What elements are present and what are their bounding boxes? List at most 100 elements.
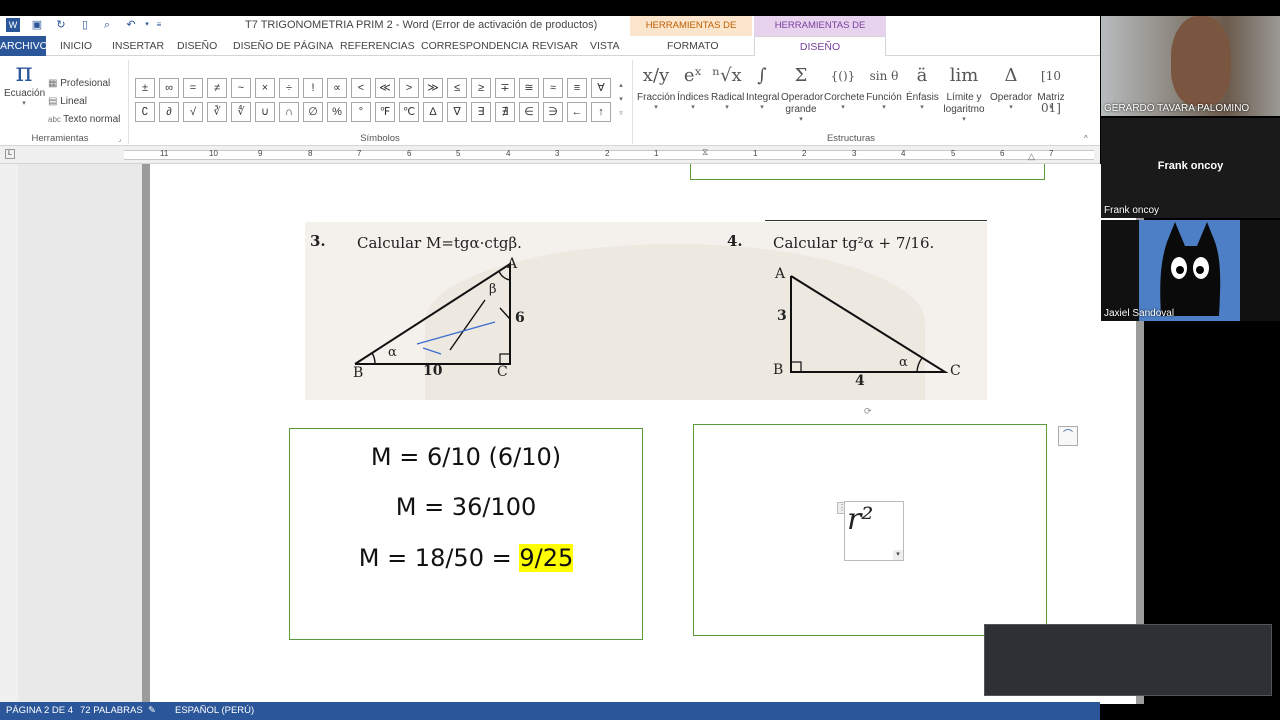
symbol-button[interactable]: ∜ xyxy=(231,102,251,122)
tab-insertar[interactable]: INSERTAR xyxy=(112,40,164,52)
tab-selector-icon[interactable]: L xyxy=(5,149,15,159)
structure-button[interactable]: Σ Operador grande ▾ xyxy=(781,60,823,124)
tab-archivo[interactable]: ARCHIVO xyxy=(0,36,48,56)
symbol-button[interactable]: ∛ xyxy=(207,102,227,122)
layout-options-icon[interactable]: ⌒ xyxy=(1058,426,1078,446)
undo-icon[interactable]: ↶ xyxy=(124,18,138,32)
right-indent-icon[interactable]: △ xyxy=(1028,151,1035,162)
structure-button[interactable]: ä Énfasis ▾ xyxy=(906,60,939,112)
structure-button[interactable]: ∫ Integral ▾ xyxy=(746,60,779,112)
tab-diseno[interactable]: DISEÑO xyxy=(177,40,217,52)
symbol-button[interactable]: > xyxy=(399,78,419,98)
symbol-button[interactable]: ∞ xyxy=(159,78,179,98)
tab-diseno-ecuacion[interactable]: DISEÑO xyxy=(754,36,886,57)
symbol-button[interactable]: ℉ xyxy=(375,102,395,122)
equation-container[interactable]: ⋮ r² ▾ xyxy=(837,501,904,561)
symbol-button[interactable]: ∅ xyxy=(303,102,323,122)
equation-options-icon[interactable]: ▾ xyxy=(893,550,903,560)
tab-revisar[interactable]: REVISAR xyxy=(532,40,578,52)
vertical-ruler[interactable] xyxy=(0,164,18,704)
horizontal-ruler[interactable]: L 11 10 9 8 7 6 5 4 3 2 1 1 2 3 4 5 6 7 ⧖ △ xyxy=(0,146,1100,164)
answer-box-4[interactable]: ⋮ r² ▾ xyxy=(693,424,1047,636)
structure-button[interactable]: {()} Corchete ▾ xyxy=(824,60,865,112)
structure-button[interactable]: eˣ Índices ▾ xyxy=(677,60,709,112)
customize-qat-icon[interactable]: ≡ xyxy=(152,18,166,32)
tab-referencias[interactable]: REFERENCIAS xyxy=(340,40,415,52)
video-tile-participant-1[interactable]: GERARDO TAVARA PALOMINO xyxy=(1101,16,1280,116)
gallery-more-icon[interactable]: ▿ xyxy=(616,107,626,121)
symbol-button[interactable]: ≠ xyxy=(207,78,227,98)
gallery-scroll[interactable]: ▴ ▾ ▿ xyxy=(616,79,626,123)
symbol-button[interactable]: = xyxy=(183,78,203,98)
meeting-overlay-panel[interactable] xyxy=(984,624,1272,696)
symbol-button[interactable]: ∋ xyxy=(543,102,563,122)
symbol-button[interactable]: ∈ xyxy=(519,102,539,122)
symbol-button[interactable]: ≪ xyxy=(375,78,395,98)
symbol-button[interactable]: ← xyxy=(567,102,587,122)
symbol-button[interactable]: ≡ xyxy=(567,78,587,98)
symbol-button[interactable]: ≈ xyxy=(543,78,563,98)
language-status[interactable]: ESPAÑOL (PERÚ) xyxy=(175,705,254,716)
tab-correspondencia[interactable]: CORRESPONDENCIA xyxy=(421,40,528,52)
rotate-handle-icon[interactable]: ⟳ xyxy=(864,406,872,417)
symbol-button[interactable]: ∪ xyxy=(255,102,275,122)
save-icon[interactable]: ▣ xyxy=(30,18,44,32)
structure-button[interactable]: sin θ Función ▾ xyxy=(866,60,902,112)
symbol-button[interactable]: ± xyxy=(135,78,155,98)
scroll-down-icon[interactable]: ▾ xyxy=(616,93,626,107)
symbol-button[interactable]: ≅ xyxy=(519,78,539,98)
answer-box-3[interactable]: M = 6/10 (6/10) M = 36/100 M = 18/50 = 9… xyxy=(289,428,643,640)
symbol-button[interactable]: ↑ xyxy=(591,102,611,122)
scroll-up-icon[interactable]: ▴ xyxy=(616,79,626,93)
symbol-button[interactable]: % xyxy=(327,102,347,122)
symbol-button[interactable]: ≫ xyxy=(423,78,443,98)
document-page[interactable]: 3. Calcular M=tgα·ctgβ. 4. Calcular tg²α… xyxy=(150,164,1136,704)
new-document-icon[interactable]: ▯ xyxy=(78,18,92,32)
symbol-button[interactable]: × xyxy=(255,78,275,98)
print-preview-icon[interactable]: ⌕ xyxy=(100,18,114,32)
tab-diseno-pagina[interactable]: DISEÑO DE PÁGINA xyxy=(233,40,333,52)
symbol-button[interactable]: ∂ xyxy=(159,102,179,122)
symbol-button[interactable]: ∁ xyxy=(135,102,155,122)
symbol-button[interactable]: ≥ xyxy=(471,78,491,98)
equation-button[interactable]: π Ecuación ▾ xyxy=(4,58,45,107)
symbol-button[interactable]: ∓ xyxy=(495,78,515,98)
symbol-button[interactable]: ∄ xyxy=(495,102,515,122)
structure-button[interactable]: [10 01] Matriz ▾ xyxy=(1036,60,1066,115)
symbol-button[interactable]: ~ xyxy=(231,78,251,98)
structure-button[interactable]: ⁿ√x Radical ▾ xyxy=(711,60,744,112)
symbol-button[interactable]: ≤ xyxy=(447,78,467,98)
structure-button[interactable]: x/y Fracción ▾ xyxy=(637,60,675,112)
video-tile-participant-2[interactable]: Frank oncoy Frank oncoy xyxy=(1101,118,1280,218)
page-count[interactable]: PÁGINA 2 DE 4 xyxy=(6,705,73,716)
structure-button[interactable]: Δ Operador ▾ xyxy=(990,60,1032,112)
symbol-button[interactable]: ∩ xyxy=(279,102,299,122)
video-tile-participant-3[interactable]: Jaxiel Sandoval xyxy=(1101,220,1280,321)
equation-handle-icon[interactable]: ⋮ xyxy=(837,502,846,514)
tab-vista[interactable]: VISTA xyxy=(590,40,620,52)
problems-image[interactable]: 3. Calcular M=tgα·ctgβ. 4. Calcular tg²α… xyxy=(305,222,987,400)
symbol-button[interactable]: < xyxy=(351,78,371,98)
symbol-button[interactable]: ℃ xyxy=(399,102,419,122)
profesional-button[interactable]: ▦ Profesional xyxy=(48,78,110,89)
repeat-icon[interactable]: ↻ xyxy=(54,18,68,32)
symbol-button[interactable]: ∃ xyxy=(471,102,491,122)
word-count[interactable]: 72 PALABRAS xyxy=(80,705,143,716)
collapse-ribbon-icon[interactable]: ^ xyxy=(1084,134,1088,143)
tab-formato[interactable]: FORMATO xyxy=(667,40,719,52)
symbol-button[interactable]: ° xyxy=(351,102,371,122)
symbol-button[interactable]: √ xyxy=(183,102,203,122)
symbol-button[interactable]: ∀ xyxy=(591,78,611,98)
structure-button[interactable]: lim Límite y logaritmo ▾ xyxy=(940,60,988,124)
indent-marker-icon[interactable]: ⧖ xyxy=(702,147,708,158)
symbol-button[interactable]: ∆ xyxy=(423,102,443,122)
proofing-icon[interactable]: ✎ xyxy=(148,705,156,716)
symbol-button[interactable]: ∇ xyxy=(447,102,467,122)
symbol-button[interactable]: ! xyxy=(303,78,323,98)
lineal-button[interactable]: ▤ Lineal xyxy=(48,96,87,107)
tab-inicio[interactable]: INICIO xyxy=(60,40,92,52)
symbol-button[interactable]: ∝ xyxy=(327,78,347,98)
symbol-button[interactable]: ÷ xyxy=(279,78,299,98)
texto-normal-button[interactable]: abc Texto normal xyxy=(48,114,120,125)
dialog-launcher-icon[interactable]: ⌟ xyxy=(118,135,121,143)
